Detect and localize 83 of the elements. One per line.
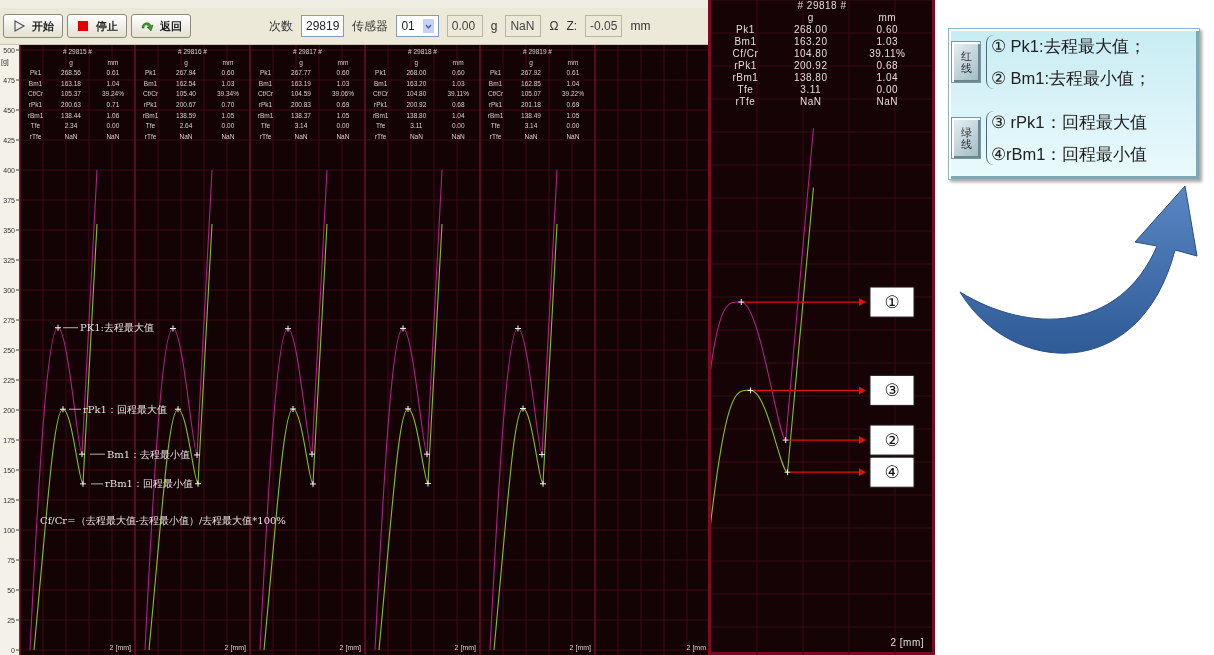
readout-field: 0.00 <box>446 15 483 37</box>
point-marker <box>747 386 755 394</box>
point-marker <box>194 480 202 488</box>
table-cell-text: 0.68 <box>875 60 899 72</box>
legend-text: ④rBm1：回程最小值 <box>991 144 1148 165</box>
column-header: g <box>806 12 815 24</box>
table-cell-text: rTfe <box>734 96 757 108</box>
point-marker <box>784 468 792 476</box>
field-label: 次数 <box>269 18 293 35</box>
point-marker <box>54 324 62 332</box>
callout-label: ② <box>869 424 915 456</box>
point-marker <box>78 450 86 458</box>
point-marker <box>309 480 317 488</box>
play-icon <box>12 19 26 33</box>
stop-icon <box>76 19 90 33</box>
toolbar-button[interactable]: 返回 <box>131 14 191 38</box>
point-marker <box>79 480 87 488</box>
table-cell-text: 0.00 <box>875 84 899 96</box>
unit-label: Ω <box>549 18 559 35</box>
point-marker <box>423 450 431 458</box>
point-marker <box>399 324 407 332</box>
readout-field: NaN <box>505 15 542 37</box>
point-marker <box>424 479 432 487</box>
table-cell-text: 1.04 <box>875 72 899 84</box>
point-marker <box>284 325 292 333</box>
point-marker <box>289 405 297 413</box>
point-marker <box>737 298 745 306</box>
curved-arrow-icon <box>140 19 154 33</box>
point-marker <box>514 325 522 332</box>
column-header: mm <box>877 12 898 24</box>
legend-text: ① Pk1:去程最大值； <box>991 36 1147 57</box>
point-marker <box>174 405 182 413</box>
toolbar-button[interactable]: 开始 <box>3 14 63 38</box>
sensor-dropdown[interactable]: 01 <box>396 15 439 37</box>
leader-line <box>89 453 106 455</box>
point-marker <box>308 450 316 458</box>
formula-text: Cf/Cr=（去程最大值-去程最小值）/去程最大值*100% <box>40 515 286 526</box>
unit-label: g <box>490 18 498 35</box>
table-cell-text: NaN <box>875 96 900 108</box>
leader-line <box>90 483 104 485</box>
point-marker <box>782 436 790 444</box>
table-cell-text: Cf/Cr <box>731 48 760 60</box>
field-label: 传感器 <box>352 18 389 35</box>
table-cell-text: 163.20 <box>792 36 829 48</box>
line-tag: 绿线 <box>960 125 972 151</box>
panel-title: # 29818 # <box>796 0 848 12</box>
readout-field: -0.05 <box>585 15 623 37</box>
point-marker <box>404 405 412 413</box>
table-cell-text: Bm1 <box>733 36 758 48</box>
callout-label: ③ <box>869 374 915 406</box>
table-cell-text: 104.80 <box>792 48 829 60</box>
table-cell-text: 0.60 <box>875 24 899 36</box>
legend-text: ③ rPk1：回程最大值 <box>991 112 1148 133</box>
point-marker <box>519 405 527 413</box>
table-cell-text: 3.11 <box>799 84 823 96</box>
leader-line <box>68 408 82 410</box>
point-marker <box>59 405 67 413</box>
chart-annotation: rPk1：回程最大值 <box>83 403 167 415</box>
table-cell-text: rBm1 <box>731 72 760 84</box>
table-cell-text: Tfe <box>736 84 755 96</box>
unit-label: mm <box>630 18 651 35</box>
table-cell-text: 268.00 <box>792 24 829 36</box>
table-cell-text: 1.03 <box>875 36 899 48</box>
table-cell-text: 138.80 <box>792 72 829 84</box>
point-marker <box>193 451 201 459</box>
table-cell-text: 39.11% <box>868 48 907 60</box>
callout-label: ④ <box>869 456 915 488</box>
axis-label: 2 [mm] <box>890 636 924 650</box>
table-cell-text: 200.92 <box>792 60 829 72</box>
legend-text: ② Bm1:去程最小值； <box>991 68 1152 89</box>
table-cell-text: NaN <box>798 96 823 108</box>
table-cell-text: Pk1 <box>735 24 756 36</box>
leader-line <box>62 327 79 329</box>
input-field[interactable]: 29819 <box>301 15 345 37</box>
toolbar-button[interactable]: 停止 <box>67 14 127 38</box>
table-cell-text: rPk1 <box>733 60 758 72</box>
point-marker <box>538 451 546 459</box>
field-label: Z: <box>566 18 578 35</box>
line-tag: 红线 <box>960 49 972 75</box>
point-marker <box>539 480 547 488</box>
callout-label: ① <box>869 286 915 318</box>
chart-annotation: rBm1：回程最小值 <box>105 478 193 490</box>
point-marker <box>169 324 177 332</box>
